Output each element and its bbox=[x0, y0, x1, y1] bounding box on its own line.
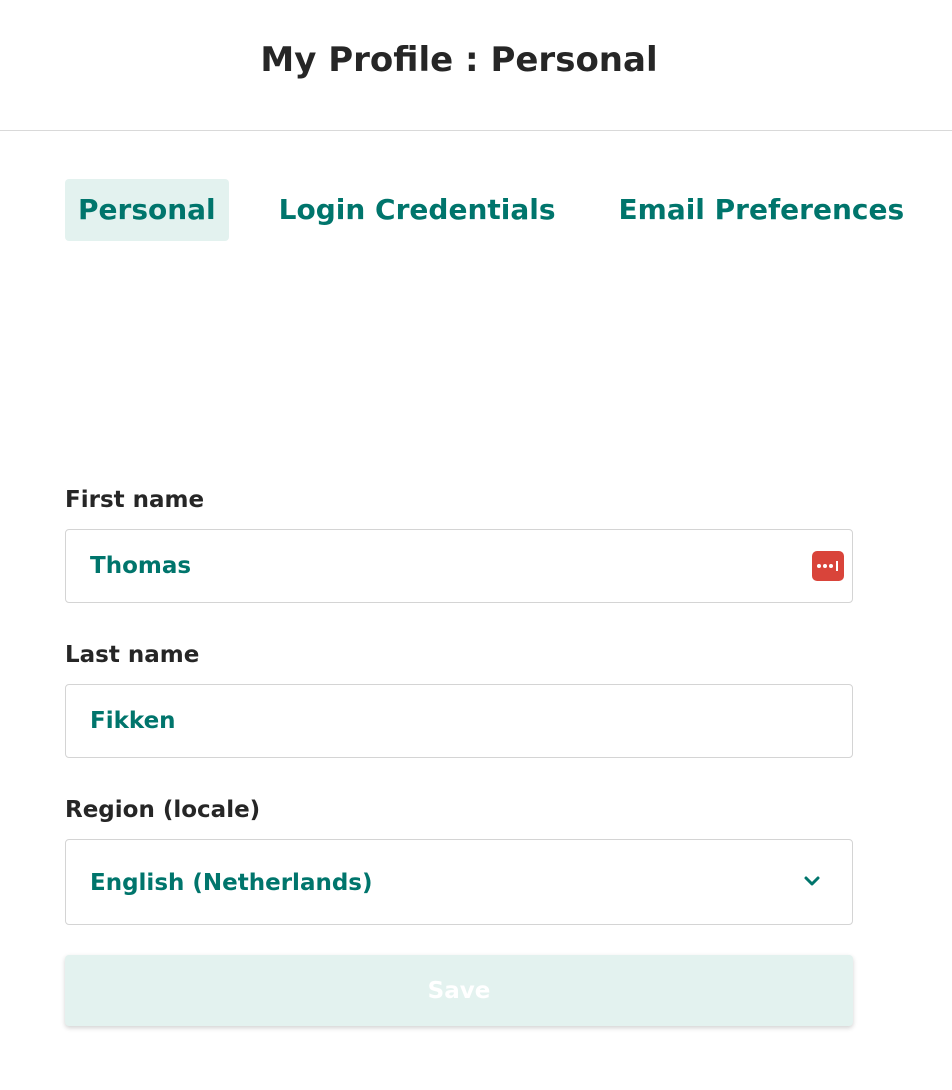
first-name-label: First name bbox=[65, 487, 205, 513]
page-header: My Profile : Personal bbox=[0, 0, 952, 131]
password-manager-icon[interactable] bbox=[812, 551, 844, 581]
region-select[interactable]: English (Netherlands) bbox=[65, 839, 853, 925]
profile-tabs: Personal Login Credentials Email Prefere… bbox=[65, 179, 917, 241]
first-name-input[interactable] bbox=[90, 530, 790, 602]
last-name-field-wrapper bbox=[65, 684, 853, 758]
tab-personal[interactable]: Personal bbox=[65, 179, 229, 241]
personal-form: First name Last name Region (locale) Eng… bbox=[65, 480, 853, 925]
last-name-label: Last name bbox=[65, 642, 200, 668]
last-name-input[interactable] bbox=[90, 685, 790, 757]
chevron-down-icon bbox=[804, 876, 820, 886]
first-name-field-wrapper bbox=[65, 529, 853, 603]
page-title: My Profile : Personal bbox=[260, 40, 658, 80]
tab-login-credentials[interactable]: Login Credentials bbox=[266, 179, 569, 241]
region-label: Region (locale) bbox=[65, 797, 261, 823]
save-button[interactable]: Save bbox=[65, 955, 853, 1026]
region-select-value: English (Netherlands) bbox=[90, 870, 373, 896]
tab-email-preferences[interactable]: Email Preferences bbox=[606, 179, 918, 241]
